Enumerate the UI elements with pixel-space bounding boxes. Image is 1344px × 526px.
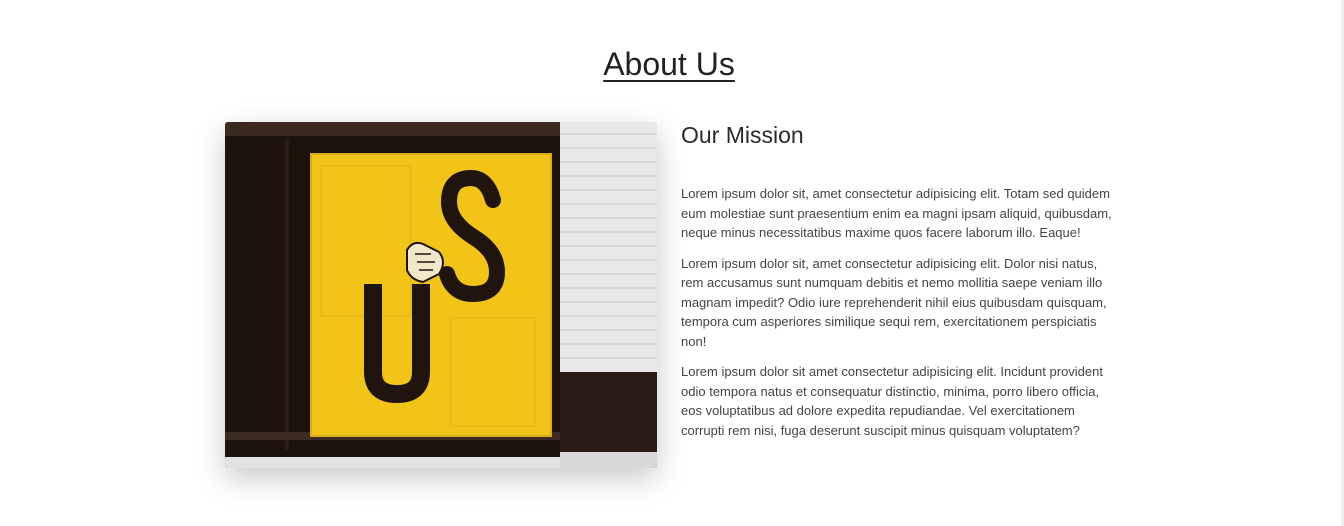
- door-us-illustration: [225, 122, 657, 468]
- mission-column: Our Mission Lorem ipsum dolor sit, amet …: [681, 120, 1117, 451]
- about-heading: About Us: [0, 44, 1338, 84]
- about-heading-text: About Us: [603, 46, 735, 82]
- mission-paragraph-3: Lorem ipsum dolor sit amet consectetur a…: [681, 364, 1103, 438]
- mission-title: Our Mission: [681, 122, 804, 148]
- mission-paragraph-1: Lorem ipsum dolor sit, amet consectetur …: [681, 186, 1112, 240]
- about-image: [225, 122, 657, 468]
- about-page: About Us Our Mission Lorem ipsum dolor s…: [0, 0, 1344, 526]
- mission-paragraph-2: Lorem ipsum dolor sit, amet consectetur …: [681, 255, 1107, 349]
